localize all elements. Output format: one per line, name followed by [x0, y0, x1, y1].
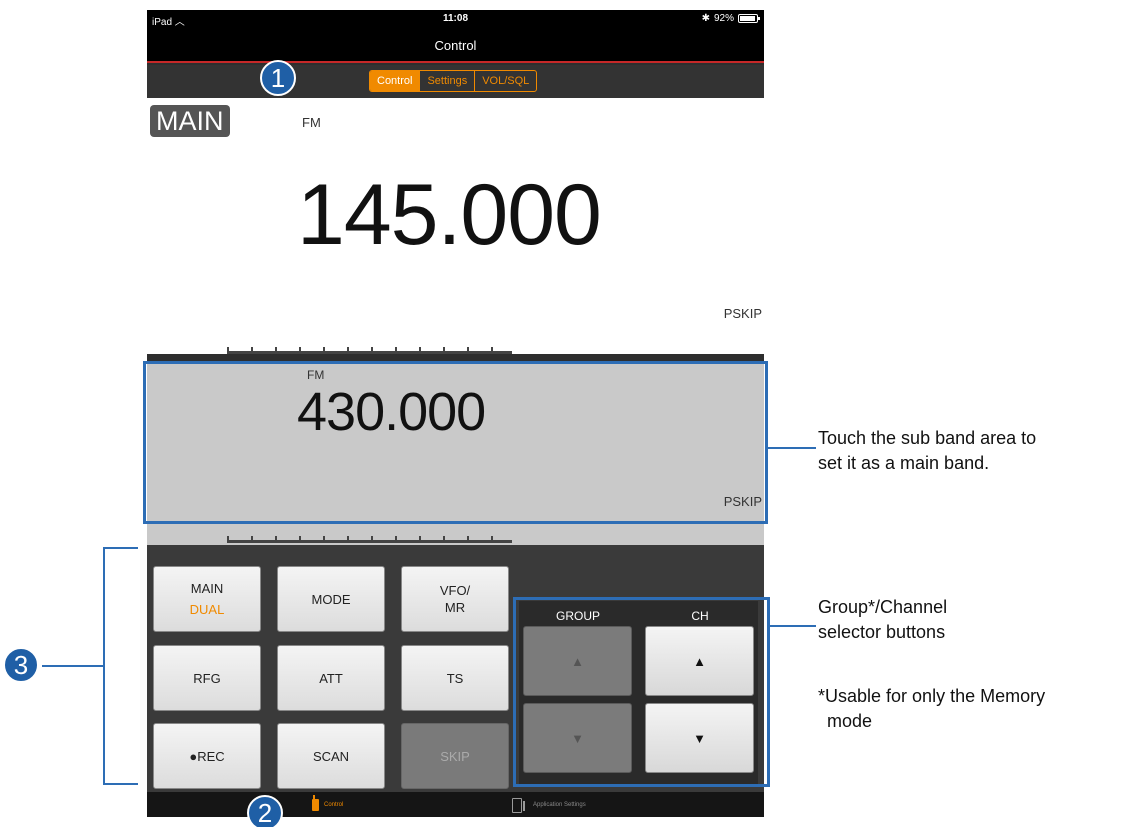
callout-2: 2: [247, 795, 283, 827]
s-meter-tick: [299, 347, 301, 354]
tab-control-label: Control: [324, 801, 344, 808]
att-label: ATT: [319, 670, 343, 686]
s-meter-tick: [347, 536, 349, 543]
s-meter-tick: [251, 536, 253, 543]
mr-label: MR: [444, 600, 466, 615]
s-meter-tick: [491, 347, 493, 354]
s-meter-tick: [371, 347, 373, 354]
att-button[interactable]: ATT: [277, 645, 385, 711]
sub-band-note-line1: Touch the sub band area to: [818, 428, 1037, 448]
sub-band-highlight-frame: [143, 361, 768, 524]
selector-note-line1: Group*/Channel: [818, 597, 948, 617]
skip-button[interactable]: SKIP: [401, 723, 509, 789]
s-meter-tick: [467, 536, 469, 543]
main-band-mode: FM: [302, 115, 321, 130]
tab-bar-control[interactable]: Control: [312, 792, 343, 817]
vfo-label: VFO/: [439, 583, 471, 598]
dual-label: DUAL: [189, 602, 225, 617]
skip-label: SKIP: [440, 748, 470, 764]
sub-band-leader-line: [768, 447, 816, 449]
s-meter-bar: [227, 540, 512, 543]
ts-button[interactable]: TS: [401, 645, 509, 711]
s-meter-tick: [443, 347, 445, 354]
memory-note: *Usable for only the Memory mode: [818, 684, 1045, 734]
main-band-display[interactable]: MAIN FM 145.000 PSKIP: [147, 98, 764, 354]
s-meter-tick: [251, 347, 253, 354]
bottom-tab-bar: Control Application Settings: [147, 792, 764, 817]
bracket-3-top: [103, 547, 138, 549]
s-meter-tick: [299, 536, 301, 543]
s-meter-tick: [491, 536, 493, 543]
s-meter-tick: [395, 536, 397, 543]
main-dual-button[interactable]: MAIN DUAL: [153, 566, 261, 632]
memory-note-line2: mode: [827, 711, 873, 731]
bracket-3-bottom: [103, 783, 138, 785]
vfo-mr-button[interactable]: VFO/ MR: [401, 566, 509, 632]
s-meter-tick: [419, 536, 421, 543]
ts-label: TS: [446, 670, 464, 686]
s-meter-tick: [227, 347, 229, 354]
selector-note: Group*/Channel selector buttons: [818, 595, 947, 645]
tab-control[interactable]: Control: [370, 71, 420, 91]
callout-1: 1: [260, 60, 296, 96]
s-meter: [227, 535, 512, 543]
battery-icon: [738, 14, 760, 23]
bracket-3-vertical: [103, 547, 105, 785]
s-meter-tick: [275, 536, 277, 543]
main-band-skip: PSKIP: [723, 306, 762, 321]
status-right: ✱ 92%: [701, 13, 760, 24]
segmented-control: Control Settings VOL/SQL: [369, 70, 538, 92]
main-dual-label: MAIN: [190, 581, 224, 596]
s-meter-tick: [467, 347, 469, 354]
s-meter-tick: [227, 536, 229, 543]
s-meter-tick: [347, 347, 349, 354]
main-band-badge: MAIN: [150, 105, 230, 137]
bracket-3-leader: [42, 665, 103, 667]
rec-label: ●REC: [189, 748, 225, 764]
s-meter-tick: [323, 347, 325, 354]
rfg-button[interactable]: RFG: [153, 645, 261, 711]
status-bar: iPad ︿ 11:08 ✱ 92%: [147, 10, 764, 28]
clock: 11:08: [442, 13, 469, 24]
tab-bar-application-settings[interactable]: Application Settings: [512, 792, 586, 817]
sub-band-note: Touch the sub band area to set it as a m…: [818, 426, 1036, 476]
scan-button[interactable]: SCAN: [277, 723, 385, 789]
bluetooth-icon: ✱: [701, 13, 710, 24]
radio-icon: [312, 794, 319, 811]
nav-title: Control: [147, 28, 764, 63]
rec-button[interactable]: ●REC: [153, 723, 261, 789]
mode-button[interactable]: MODE: [277, 566, 385, 632]
selector-highlight-frame: [513, 597, 770, 787]
selector-note-line2: selector buttons: [818, 622, 946, 642]
s-meter-tick: [275, 347, 277, 354]
settings-icon: [512, 797, 528, 813]
battery-percent: 92%: [713, 13, 734, 24]
segment-bar: Control Settings VOL/SQL: [147, 65, 764, 98]
selector-leader-line: [770, 625, 816, 627]
tab-app-settings-label: Application Settings: [533, 801, 586, 808]
scan-label: SCAN: [312, 748, 350, 764]
s-meter-tick: [371, 536, 373, 543]
s-meter: [227, 346, 512, 354]
s-meter-tick: [443, 536, 445, 543]
rfg-label: RFG: [193, 670, 221, 686]
tab-settings[interactable]: Settings: [419, 71, 474, 91]
tab-vol-sql[interactable]: VOL/SQL: [474, 71, 536, 91]
s-meter-bar: [227, 351, 512, 354]
s-meter-tick: [395, 347, 397, 354]
main-band-frequency: 145.000: [297, 167, 602, 263]
sub-band-note-line2: set it as a main band.: [818, 453, 990, 473]
mode-label: MODE: [311, 591, 351, 607]
s-meter-tick: [419, 347, 421, 354]
memory-note-line1: *Usable for only the Memory: [818, 686, 1046, 706]
s-meter-tick: [323, 536, 325, 543]
callout-3: 3: [3, 647, 39, 683]
